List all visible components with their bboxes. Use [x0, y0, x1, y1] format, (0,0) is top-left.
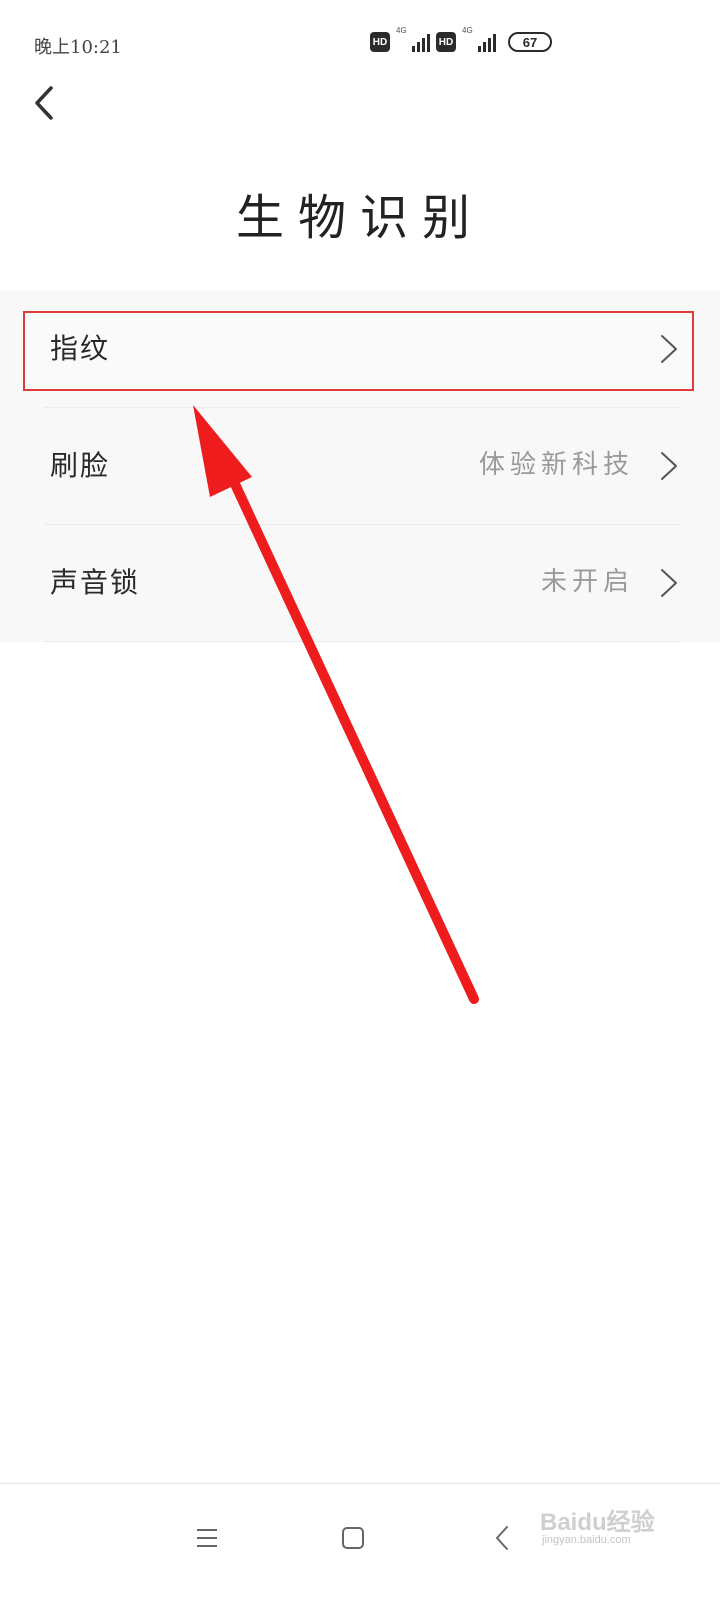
status-icons: HD 4G HD 4G 67	[370, 26, 552, 54]
battery-indicator: 67	[508, 32, 552, 52]
list-item-face[interactable]: 刷脸 体验新科技	[0, 407, 720, 524]
network-type-label: 4G	[396, 26, 407, 35]
list-item-label: 指纹	[50, 332, 111, 365]
list-item-label: 刷脸	[50, 449, 111, 482]
back-icon	[496, 1526, 508, 1550]
watermark-logo: Baidu经验	[540, 1509, 655, 1536]
nav-back-button[interactable]	[472, 1508, 532, 1568]
chevron-right-icon	[661, 569, 677, 597]
list-item-value: 未开启	[540, 567, 634, 597]
status-time: 晚上10:21	[34, 37, 122, 58]
page-title: 生物识别	[235, 190, 484, 246]
chevron-right-icon	[661, 452, 677, 480]
recent-apps-button[interactable]	[177, 1508, 237, 1568]
back-arrow-icon	[35, 86, 53, 120]
watermark-url: jingyan.baidu.com	[542, 1534, 631, 1546]
chevron-right-icon	[661, 335, 677, 363]
signal-icon: 4G	[462, 26, 496, 54]
square-icon	[342, 1527, 364, 1549]
hd-icon: HD	[436, 32, 456, 52]
watermark: Baidu经验 jingyan.baidu.com	[540, 1492, 710, 1552]
home-button[interactable]	[323, 1508, 383, 1568]
network-type-label: 4G	[462, 26, 473, 35]
menu-icon	[197, 1529, 217, 1547]
divider	[44, 641, 680, 642]
status-bar: 晚上10:21 HD 4G HD 4G 67	[0, 0, 720, 84]
hd-icon: HD	[370, 32, 390, 52]
list-item-voice-lock[interactable]: 声音锁 未开启	[0, 524, 720, 641]
back-button[interactable]	[22, 78, 66, 128]
list-item-fingerprint[interactable]: 指纹	[0, 290, 720, 407]
list-item-label: 声音锁	[50, 566, 141, 599]
list-item-value: 体验新科技	[478, 450, 634, 480]
signal-icon: 4G	[396, 26, 430, 54]
